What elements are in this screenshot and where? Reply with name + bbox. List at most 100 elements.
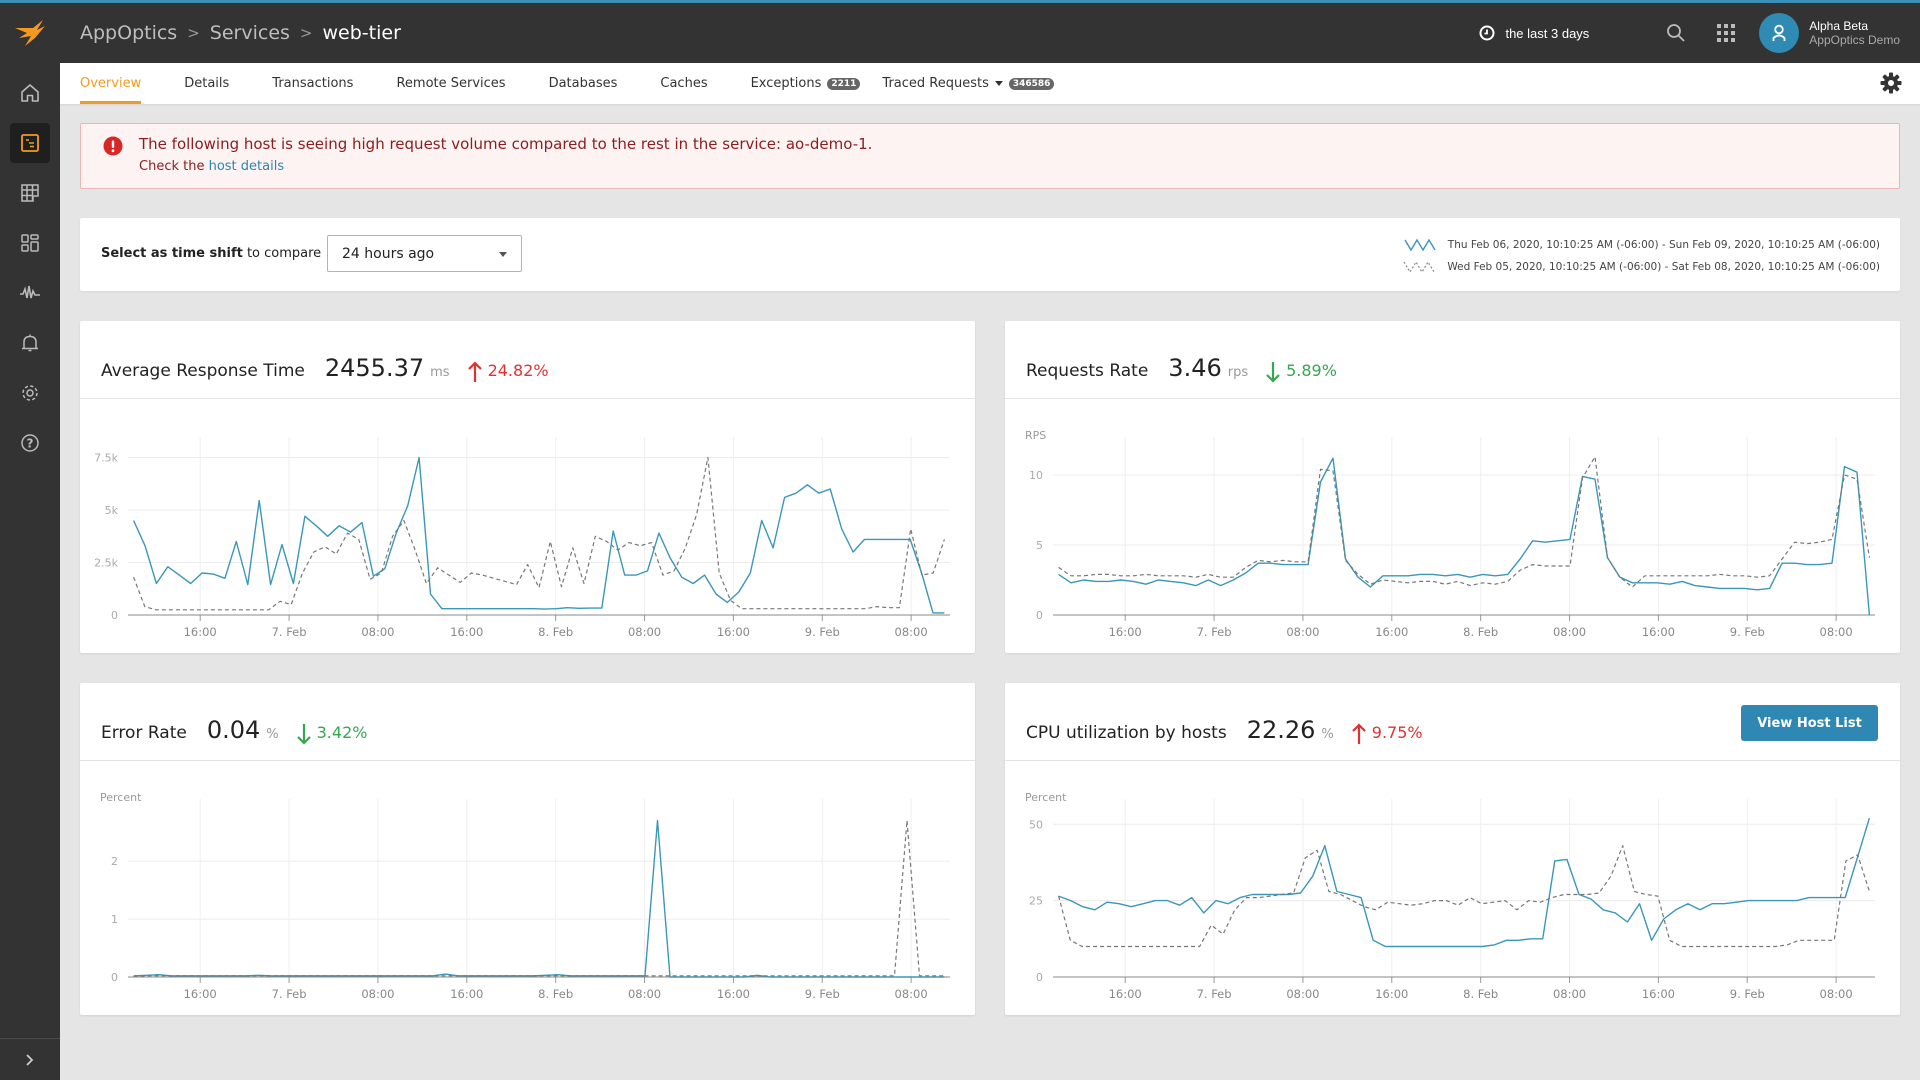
breadcrumb: AppOptics > Services > web-tier	[80, 22, 401, 44]
x-tick-label: 8. Feb	[1463, 625, 1498, 639]
x-tick-label: 16:00	[1642, 987, 1675, 1001]
sidebar-item-help[interactable]: ?	[0, 418, 60, 468]
y-tick-label: 5	[1036, 539, 1043, 552]
tab-overview[interactable]: Overview	[80, 63, 142, 104]
legend-previous: Wed Feb 05, 2020, 10:10:25 AM (-06:00) -…	[1403, 256, 1880, 278]
time-shift-select[interactable]: 24 hours ago	[327, 235, 522, 272]
arrow-up-icon	[1352, 723, 1366, 744]
card-title: CPU utilization by hosts	[1026, 723, 1227, 743]
time-shift-label: Select as time shift to compare	[101, 246, 322, 261]
requests-rate-chart: 0 5 10 16:00 7. Feb 08:00 16:00 8. Feb 08:00 16:0…	[1029, 437, 1875, 639]
metric-delta: 3.42%	[296, 723, 367, 745]
legend-current: Thu Feb 06, 2020, 10:10:25 AM (-06:00) -…	[1403, 234, 1880, 256]
host-details-link[interactable]: host details	[209, 159, 285, 174]
tab-label: Databases	[548, 76, 618, 91]
card-title: Average Response Time	[101, 361, 305, 381]
help-icon: ?	[21, 434, 39, 452]
tab-details[interactable]: Details	[184, 63, 229, 104]
user-org: AppOptics Demo	[1809, 33, 1900, 47]
x-tick-label: 7. Feb	[1197, 625, 1232, 639]
sidebar-item-metrics[interactable]	[0, 268, 60, 318]
breadcrumb-appoptics[interactable]: AppOptics	[80, 22, 177, 44]
x-tick-label: 16:00	[184, 625, 217, 639]
series-line-previous	[133, 819, 945, 977]
sidebar-item-services[interactable]	[0, 118, 60, 168]
x-tick-label: 16:00	[1109, 987, 1142, 1001]
sidebar-expand-button[interactable]	[0, 1038, 60, 1080]
tab-databases[interactable]: Databases	[549, 63, 618, 104]
arrow-up-icon	[467, 361, 482, 382]
series-line-current	[132, 456, 945, 614]
error-rate-chart: 0 1 2 16:00 7. Feb 08:00 16:00 8. Feb 08:00 16:00…	[111, 799, 950, 1001]
apps-menu-button[interactable]	[1701, 3, 1751, 63]
breadcrumb-separator: >	[187, 24, 200, 42]
view-host-list-button[interactable]: View Host List	[1741, 705, 1878, 741]
gear-icon	[22, 385, 38, 401]
x-tick-label: 8. Feb	[538, 987, 573, 1001]
tab-label: Traced Requests	[882, 76, 989, 91]
tab-transactions[interactable]: Transactions	[272, 63, 353, 104]
x-tick-label: 08:00	[361, 987, 394, 1001]
traced-requests-count-badge: 346586	[1008, 77, 1055, 90]
tab-caches[interactable]: Caches	[660, 63, 707, 104]
metric-value: 3.46	[1168, 354, 1222, 382]
bell-icon	[22, 334, 38, 352]
series-line-previous	[1058, 456, 1870, 588]
tab-label: Overview	[80, 76, 142, 91]
x-tick-label: 8. Feb	[538, 625, 573, 639]
series-line-previous	[1058, 845, 1870, 948]
series-line-current	[133, 819, 945, 978]
search-button[interactable]	[1651, 3, 1701, 63]
breadcrumb-current: web-tier	[322, 22, 401, 44]
tab-traced-requests[interactable]: Traced Requests 346586	[882, 63, 1055, 104]
table-grid-icon	[21, 184, 39, 202]
sidebar: ?	[0, 63, 60, 1080]
x-tick-label: 08:00	[361, 625, 394, 639]
sidebar-item-alerts[interactable]	[0, 318, 60, 368]
compare-legend: Thu Feb 06, 2020, 10:10:25 AM (-06:00) -…	[1403, 234, 1880, 278]
sidebar-item-settings[interactable]	[0, 368, 60, 418]
gear-icon	[1880, 72, 1902, 94]
sidebar-item-home[interactable]	[0, 68, 60, 118]
breadcrumb-separator: >	[299, 24, 313, 42]
chevron-right-icon	[26, 1053, 34, 1066]
tab-remote-services[interactable]: Remote Services	[396, 63, 505, 104]
y-tick-label: 2.5k	[94, 557, 118, 570]
sidebar-item-dashboards[interactable]	[0, 218, 60, 268]
cpu-utilization-card: CPU utilization by hosts 22.26 % 9.75% V…	[1005, 683, 1900, 1015]
user-icon	[1772, 24, 1786, 41]
solarwinds-logo-icon[interactable]	[0, 3, 60, 63]
avatar[interactable]	[1759, 13, 1800, 53]
svg-text:?: ?	[27, 437, 34, 451]
x-tick-label: 16:00	[450, 987, 483, 1001]
page-settings-button[interactable]	[1880, 72, 1902, 98]
x-tick-label: 7. Feb	[1197, 987, 1232, 1001]
solid-line-legend-icon	[1404, 238, 1436, 252]
metric-value: 0.04	[206, 716, 261, 744]
pulse-icon	[20, 285, 40, 299]
exceptions-count-badge: 2211	[827, 77, 861, 90]
y-tick-label: 50	[1029, 818, 1043, 831]
y-tick-label: 7.5k	[94, 452, 118, 465]
x-tick-label: 08:00	[895, 987, 928, 1001]
x-tick-label: 8. Feb	[1463, 987, 1498, 1001]
clock-icon	[1479, 25, 1495, 41]
time-range-label: the last 3 days	[1505, 25, 1590, 41]
x-tick-label: 16:00	[717, 625, 750, 639]
home-icon	[21, 84, 39, 102]
metric-delta: 24.82%	[467, 361, 549, 383]
alert-message: The following host is seeing high reques…	[139, 135, 873, 153]
breadcrumb-services[interactable]: Services	[210, 22, 290, 44]
metric-delta: 5.89%	[1266, 361, 1337, 383]
user-menu[interactable]: Alpha Beta AppOptics Demo	[1759, 13, 1900, 53]
tab-exceptions[interactable]: Exceptions 2211	[751, 63, 861, 104]
card-title: Error Rate	[101, 723, 187, 743]
x-tick-label: 08:00	[1820, 625, 1853, 639]
x-tick-label: 08:00	[628, 987, 661, 1001]
time-range-picker[interactable]: the last 3 days	[1479, 25, 1589, 41]
x-tick-label: 08:00	[1286, 987, 1319, 1001]
time-shift-panel: Select as time shift to compare 24 hours…	[80, 218, 1900, 291]
x-tick-label: 9. Feb	[805, 625, 840, 639]
sidebar-item-hosts[interactable]	[0, 168, 60, 218]
y-tick-label: 0	[1036, 971, 1043, 984]
